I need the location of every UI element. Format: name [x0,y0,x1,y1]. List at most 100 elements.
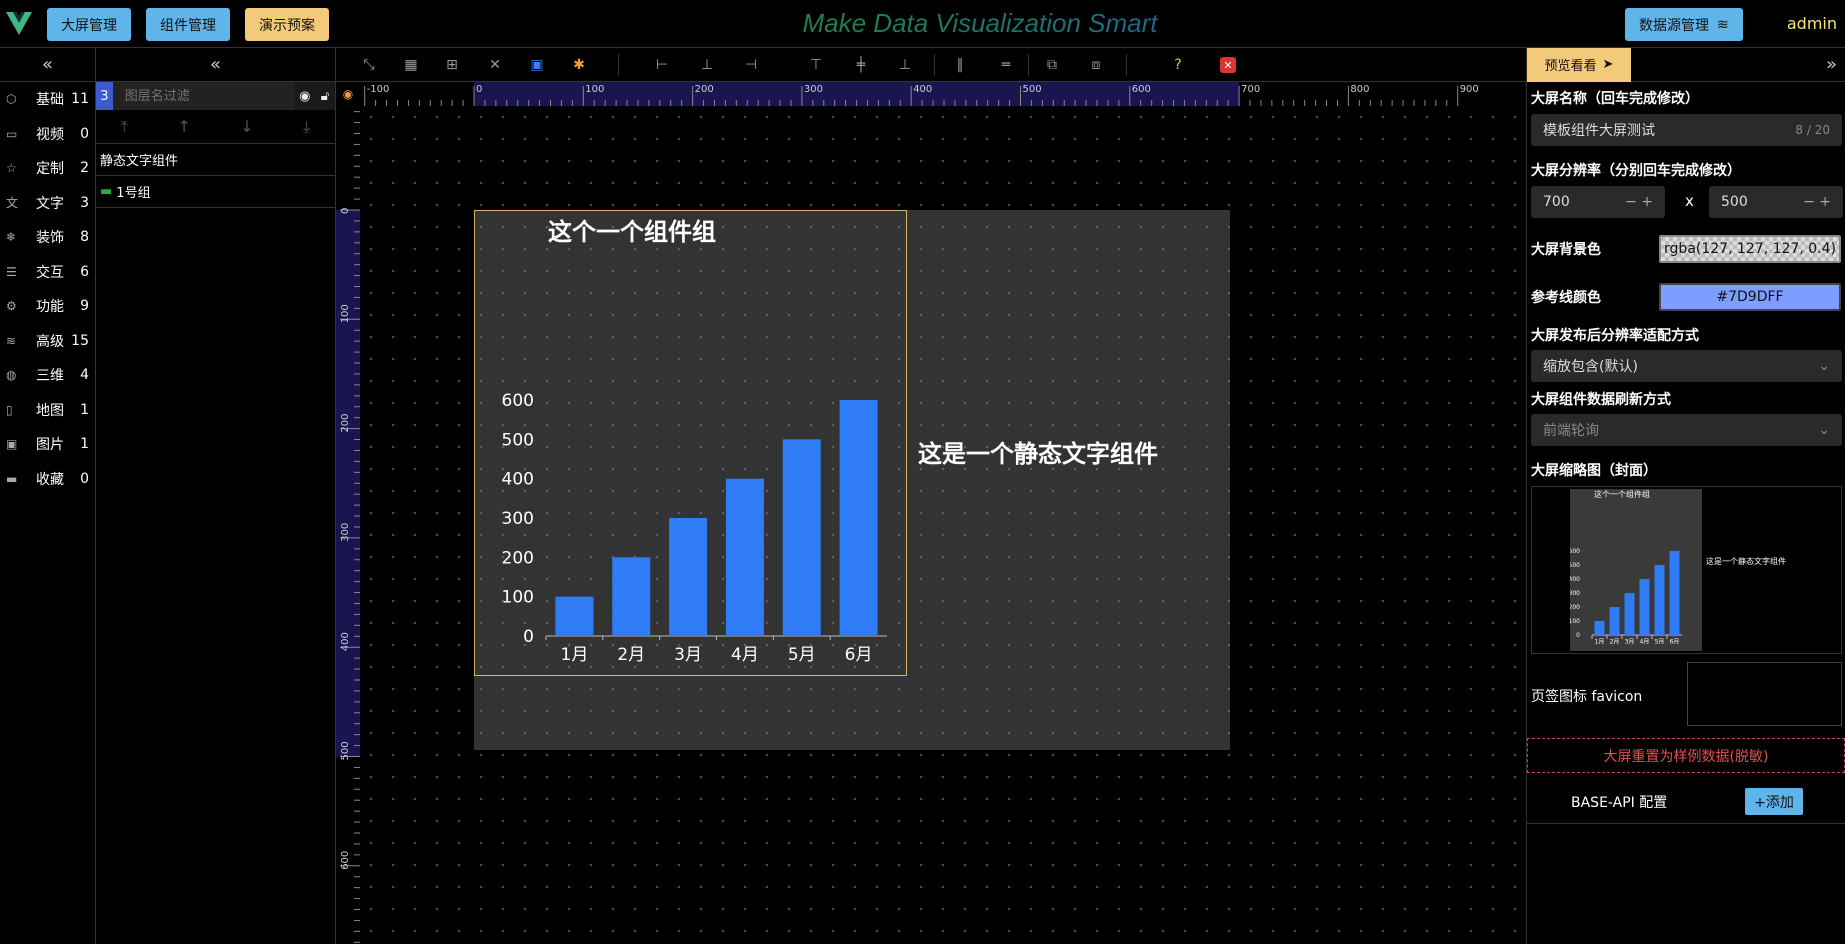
bar-2[interactable] [612,557,651,636]
eye-icon[interactable]: ◉ [295,89,315,104]
bg-color-picker[interactable]: rgba(127, 127, 127, 0.4) [1659,235,1841,263]
ruler-eye-icon[interactable]: ◉ [336,82,360,106]
move-down-icon[interactable]: ↓ [240,117,253,136]
nav-item-count: 4 [80,367,89,384]
nav-item-4[interactable]: ❄ 装饰 8 [0,220,95,255]
distribute-v-icon[interactable]: ═ [996,56,1016,74]
guide-color-picker[interactable]: #7D9DFF [1659,283,1841,311]
nav-item-2[interactable]: ☆ 定制 2 [0,151,95,186]
align-middle-v-icon[interactable]: ╪ [851,56,871,74]
nav-item-8[interactable]: ◍ 三维 4 [0,358,95,393]
y-tick-label: 600 [1570,548,1580,555]
nav-item-10[interactable]: ▣ 图片 1 [0,427,95,462]
nav-item-11[interactable]: ▬ 收藏 0 [0,462,95,497]
layer-filter-input[interactable] [112,82,295,110]
layer-item[interactable]: 静态文字组件 [96,144,335,176]
bar-1[interactable] [555,596,594,636]
height-minus-plus-icon[interactable]: − + [1803,194,1831,210]
move-to-bottom-icon[interactable]: ⤓ [303,117,310,137]
component-manage-button[interactable]: 组件管理 [146,8,230,41]
align-center-h-icon[interactable]: ⊥ [697,56,717,74]
image-icon[interactable]: ▣ [527,56,547,74]
collapse-right-panel-icon[interactable]: » [1826,54,1845,75]
y-tick-label: 0 [1576,632,1580,639]
x-tick-label: 6月 [845,645,873,665]
nav-item-count: 15 [71,332,89,349]
move-up-icon[interactable]: ↑ [177,117,190,136]
nav-item-label: 文字 [36,195,64,212]
grid-icon[interactable]: ▦ [401,56,421,74]
folder-icon: ▬ [100,184,113,199]
y-tick-label: 400 [1570,576,1580,583]
thumbnail-preview[interactable]: 这个一个组件组 这是一个静态文字组件 0 100 200 300 400 500 600 1月… [1531,486,1842,654]
bar-5[interactable] [782,439,821,636]
resolution-x: x [1685,192,1694,210]
nav-item-1[interactable]: ▭ 视频 0 [0,117,95,152]
distribute-h-icon[interactable]: ‖ [950,56,970,74]
nav-item-0[interactable]: ⬡ 基础 11 [0,82,95,117]
x-tick-label: 6月 [1670,638,1680,645]
nav-item-9[interactable]: ▯ 地图 1 [0,393,95,428]
x-tick-label: 4月 [731,645,759,665]
preview-button[interactable]: 预览看看 ➤ [1527,47,1631,82]
layer-item-group[interactable]: ▬ 1号组 [96,176,335,208]
width-minus-plus-icon[interactable]: − + [1625,194,1653,210]
nav-item-3[interactable]: 文 文字 3 [0,186,95,221]
nav-item-count: 8 [80,229,89,246]
nav-item-count: 9 [80,298,89,315]
datasource-manage-button[interactable]: 数据源管理 ≋ [1625,8,1743,41]
compress-icon[interactable]: ⤡ [359,56,379,74]
favicon-upload[interactable] [1687,662,1842,726]
move-to-top-icon[interactable]: ⤒ [121,117,128,137]
cross-arrows-icon[interactable]: ✕ [485,56,505,74]
demo-plan-button[interactable]: 演示预案 [245,8,329,41]
refresh-mode-select[interactable]: 前端轮询 ⌄ [1531,414,1842,446]
width-value: 700 [1543,194,1570,210]
bar-6[interactable] [839,400,878,636]
sliders-icon: ☰ [6,264,17,279]
screen-name-input[interactable]: 模板组件大屏测试 8 / 20 [1531,114,1842,146]
align-left-icon[interactable]: ⊢ [652,56,672,74]
add-api-button[interactable]: +添加 [1745,788,1803,815]
bar-4[interactable] [725,478,764,636]
thumbnail-label: 大屏缩略图（封面） [1531,463,1657,479]
collapse-left-nav-icon[interactable]: « [0,48,95,82]
width-stepper[interactable]: 700 − + [1531,186,1665,218]
align-bottom-icon[interactable]: ⊥ [895,56,915,74]
static-text-component[interactable]: 这是一个静态文字组件 [918,434,1158,469]
group-icon[interactable]: ⧉ [1042,56,1062,74]
user-name[interactable]: admin [1787,14,1837,33]
screen-manage-button[interactable]: 大屏管理 [47,8,131,41]
height-stepper[interactable]: 500 − + [1709,186,1843,218]
vue-logo-icon[interactable] [4,8,34,38]
bug-icon[interactable]: ✱ [569,56,589,74]
ruler-y-label: 300 [340,523,351,542]
fit-mode-select[interactable]: 缩放包含(默认) ⌄ [1531,350,1842,382]
nav-item-label: 图片 [36,437,64,454]
nav-item-count: 1 [80,436,89,453]
nav-item-count: 1 [80,401,89,418]
layers-icon: ≋ [6,333,17,348]
unlock-icon[interactable]: 🔓︎ [315,89,335,104]
ungroup-icon[interactable]: ⧈ [1086,56,1106,74]
nav-item-6[interactable]: ⚙ 功能 9 [0,289,95,324]
align-top-icon[interactable]: ⊤ [806,56,826,74]
bar-chart[interactable]: 0 100 200 300 400 500 600 1月 2月 3月 4月 5月 6月 [474,370,907,676]
help-icon[interactable]: ? [1168,56,1188,74]
bar-1 [1594,621,1605,635]
dashed-grid-icon[interactable]: ⊞ [442,56,462,74]
delete-icon[interactable]: ✕ [1220,57,1236,73]
group-title-text[interactable]: 这个一个组件组 [548,212,716,247]
reset-sample-data-button[interactable]: 大屏重置为样例数据(脱敏) [1527,738,1845,773]
ruler-x-label: 400 [913,84,932,95]
nav-item-7[interactable]: ≋ 高级 15 [0,324,95,359]
align-right-icon[interactable]: ⊣ [741,56,761,74]
nav-item-5[interactable]: ☰ 交互 6 [0,255,95,290]
ruler-x-label: 200 [695,84,714,95]
collapse-layers-icon[interactable]: « [96,48,335,82]
height-value: 500 [1721,194,1748,210]
layer-count-badge: 3 [96,82,113,110]
y-tick-label: 100 [1570,618,1580,625]
bar-3[interactable] [669,518,708,636]
preview-label: 预览看看 [1544,59,1597,74]
